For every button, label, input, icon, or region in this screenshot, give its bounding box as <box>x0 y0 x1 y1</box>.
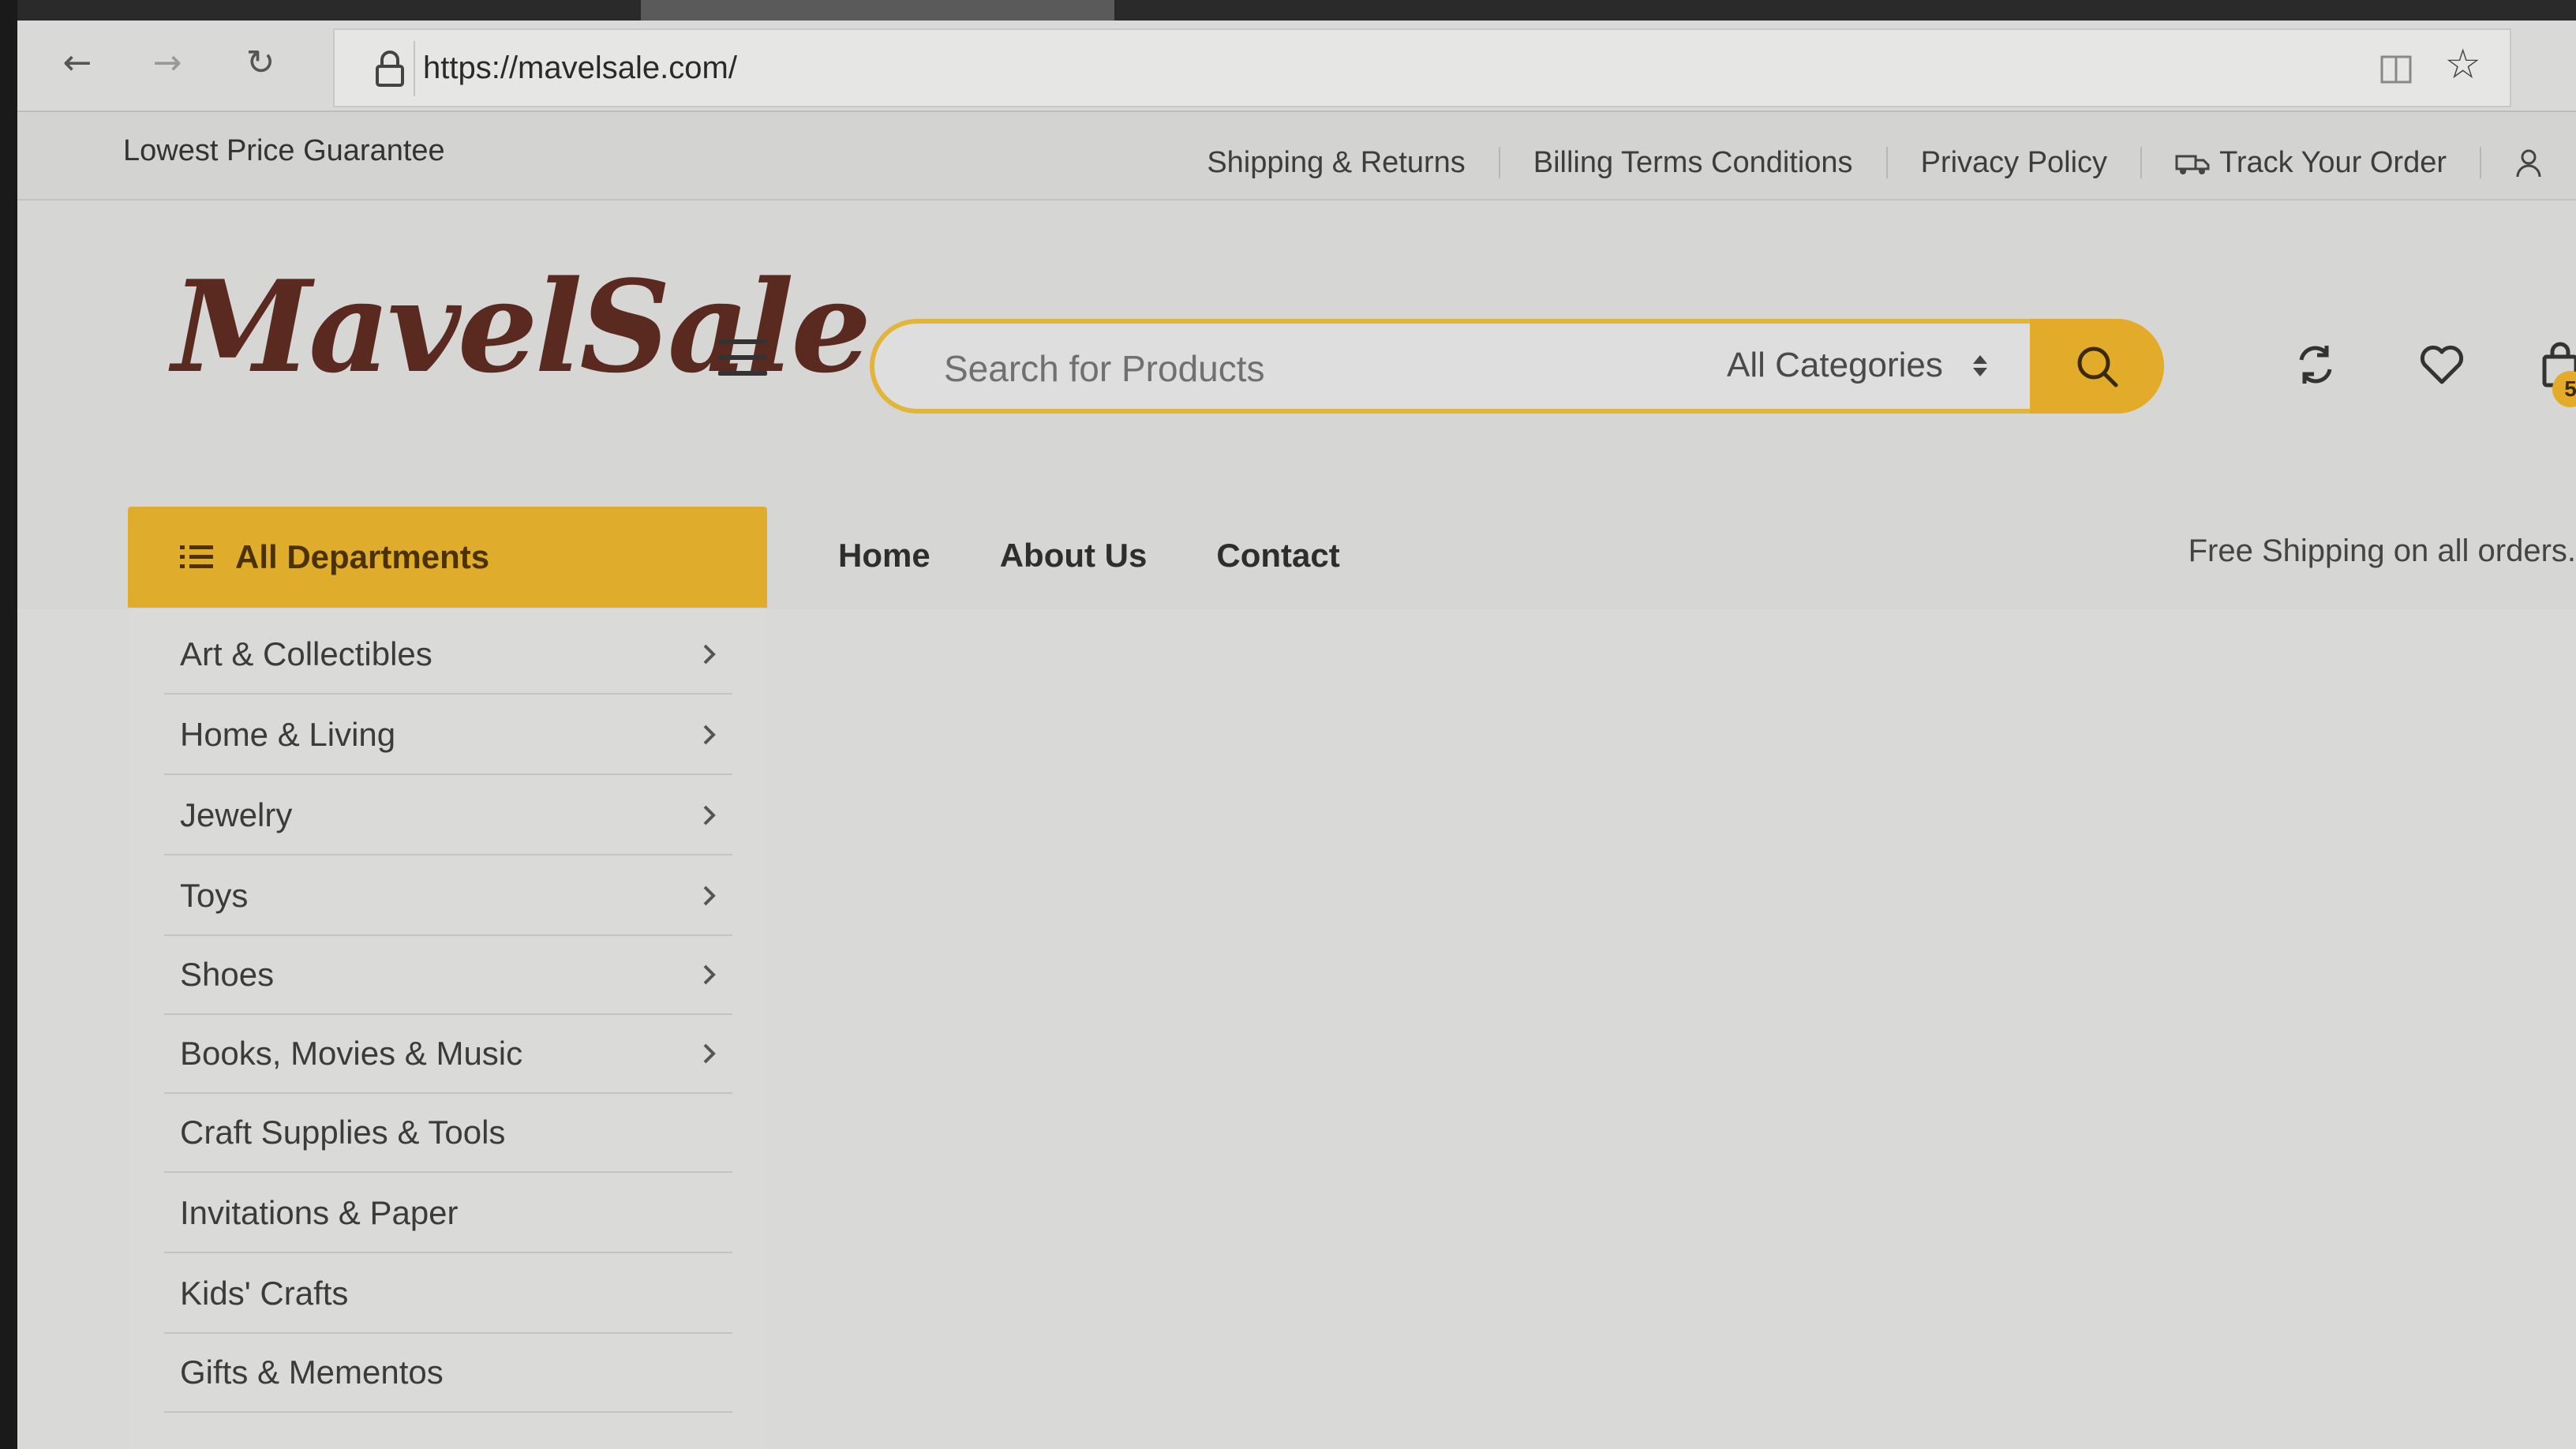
sidebar-item-art-collectibles[interactable]: Art & Collectibles <box>164 616 732 695</box>
sidebar-item-label: Toys <box>180 877 249 914</box>
tab-strip-background <box>17 0 2576 21</box>
select-arrows-icon <box>1972 354 1987 376</box>
compare-icon[interactable] <box>2290 339 2341 390</box>
search-icon <box>2077 346 2118 388</box>
wishlist-heart-icon[interactable] <box>2417 339 2467 390</box>
billing-terms-link[interactable]: Billing Terms Conditions <box>1500 147 1888 178</box>
sidebar-item-invitations-paper[interactable]: Invitations & Paper <box>164 1174 732 1253</box>
sidebar-item-label: Books, Movies & Music <box>180 1035 523 1072</box>
sidebar-item-label: Craft Supplies & Tools <box>180 1114 506 1151</box>
back-icon[interactable]: ← <box>54 39 101 87</box>
sidebar-item-toys[interactable]: Toys <box>164 857 732 936</box>
sidebar-item-label: Shoes <box>180 956 275 993</box>
search-input[interactable] <box>942 344 1656 393</box>
refresh-icon[interactable]: ↻ <box>237 39 284 87</box>
truck-icon <box>2175 155 2210 174</box>
menu-icon[interactable] <box>718 339 767 379</box>
track-order-label: Track Your Order <box>2219 146 2447 179</box>
all-departments-button[interactable]: All Departments <box>128 507 767 608</box>
search-bar: All Categories <box>870 319 2164 414</box>
sidebar-item-craft-supplies-tools[interactable]: Craft Supplies & Tools <box>164 1094 732 1173</box>
track-order-link[interactable]: Track Your Order <box>2142 147 2481 178</box>
chevron-right-icon <box>703 886 716 906</box>
sidebar-item-label: Art & Collectibles <box>180 635 432 672</box>
address-bar[interactable]: https://mavelsale.com/ ☆ <box>333 28 2511 107</box>
nav-contact[interactable]: Contact <box>1216 537 1339 575</box>
sidebar-item-shoes[interactable]: Shoes <box>164 936 732 1015</box>
free-shipping-promo: Free Shipping on all orders. <box>2188 534 2576 568</box>
privacy-policy-link[interactable]: Privacy Policy <box>1888 147 2143 178</box>
favorite-star-icon[interactable]: ☆ <box>2444 41 2481 88</box>
sidebar-item-books-movies-music[interactable]: Books, Movies & Music <box>164 1015 732 1094</box>
nav-about-us[interactable]: About Us <box>1000 537 1148 575</box>
account-icon[interactable] <box>2513 147 2544 178</box>
sidebar-item-kids-crafts[interactable]: Kids' Crafts <box>164 1255 732 1334</box>
chevron-right-icon <box>703 805 716 826</box>
browser-window: ← → ↻ https://mavelsale.com/ ☆ Lowest Pr… <box>17 0 2576 1449</box>
sidebar-item-label: Kids' Crafts <box>180 1275 349 1312</box>
chevron-right-icon <box>703 724 716 745</box>
nav-home[interactable]: Home <box>838 537 930 575</box>
sidebar-item-label: Home & Living <box>180 716 396 753</box>
category-select[interactable]: All Categories <box>1727 346 1987 385</box>
list-icon <box>180 545 213 568</box>
browser-toolbar: ← → ↻ https://mavelsale.com/ ☆ <box>17 0 2576 112</box>
forward-icon[interactable]: → <box>144 39 191 87</box>
sidebar-item-jewelry[interactable]: Jewelry <box>164 777 732 856</box>
sidebar-item-gifts-mementos[interactable]: Gifts & Mementos <box>164 1334 732 1413</box>
address-divider <box>414 41 415 96</box>
reading-view-icon[interactable] <box>2377 51 2415 88</box>
browser-tab[interactable] <box>641 0 1114 21</box>
chevron-right-icon <box>703 964 716 985</box>
departments-sidebar: Art & Collectibles Home & Living Jewelry… <box>128 609 767 1449</box>
main-nav: Home About Us Contact <box>838 537 1410 575</box>
all-departments-label: All Departments <box>235 538 490 575</box>
sidebar-item-home-living[interactable]: Home & Living <box>164 696 732 775</box>
sidebar-item-label: Gifts & Mementos <box>180 1354 444 1391</box>
category-select-value: All Categories <box>1727 346 1943 384</box>
search-button[interactable] <box>2030 319 2164 414</box>
top-info-bar: Lowest Price Guarantee Shipping & Return… <box>17 112 2576 200</box>
sidebar-item-label: Jewelry <box>180 796 293 833</box>
shipping-returns-link[interactable]: Shipping & Returns <box>1174 147 1500 178</box>
lock-icon <box>376 51 404 87</box>
chevron-right-icon <box>703 644 716 665</box>
chevron-right-icon <box>703 1043 716 1064</box>
top-links: Shipping & Returns Billing Terms Conditi… <box>1174 147 2544 178</box>
url-text[interactable]: https://mavelsale.com/ <box>423 51 737 86</box>
sidebar-item-label: Invitations & Paper <box>180 1194 459 1231</box>
tagline: Lowest Price Guarantee <box>123 134 445 167</box>
